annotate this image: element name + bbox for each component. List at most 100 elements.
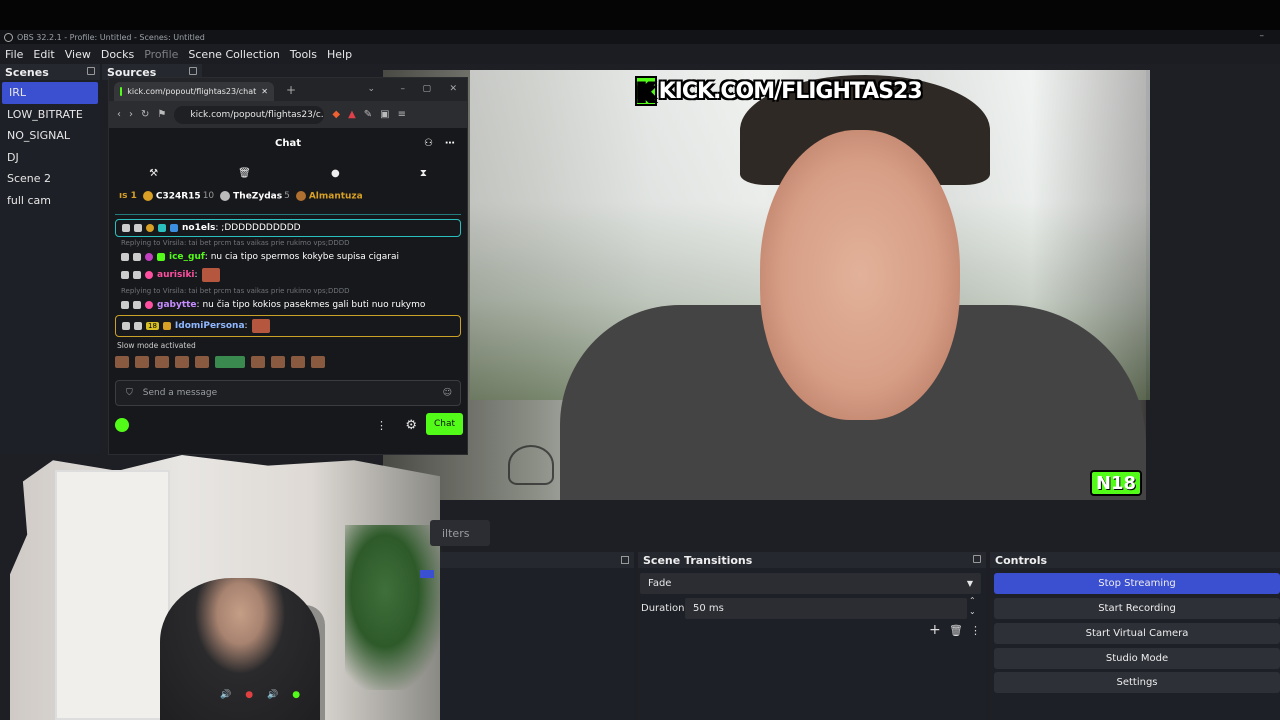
- studio-mode-button[interactable]: Studio Mode: [994, 648, 1280, 669]
- emote-icon[interactable]: [291, 356, 305, 368]
- float-dock-icon[interactable]: [189, 67, 197, 75]
- minimize-window-icon[interactable]: –: [401, 84, 406, 94]
- emote-icon[interactable]: [215, 356, 245, 368]
- bookmark-icon[interactable]: ⚑: [157, 109, 166, 120]
- emote-icon[interactable]: [271, 356, 285, 368]
- filters-tab[interactable]: ilters: [430, 520, 490, 546]
- mic-icon[interactable]: ●: [292, 690, 300, 700]
- timeout-hourglass-icon[interactable]: ⧗: [420, 168, 427, 179]
- chat-message[interactable]: gabytte: nu čia tipo kokios pasekmes gal…: [115, 297, 461, 313]
- extensions-icon[interactable]: ✎: [364, 109, 372, 120]
- chat-bubble-icon[interactable]: ●: [331, 168, 340, 179]
- scene-item-irl[interactable]: IRL: [2, 82, 98, 104]
- emote-icon[interactable]: [155, 356, 169, 368]
- back-icon[interactable]: ‹: [117, 109, 121, 120]
- emote-icon[interactable]: [195, 356, 209, 368]
- kick-favicon-icon: [120, 87, 123, 96]
- emote-icon[interactable]: [135, 356, 149, 368]
- delete-icon[interactable]: [122, 322, 130, 330]
- menu-view[interactable]: View: [60, 48, 96, 61]
- chat-username[interactable]: IdomiPersona: [175, 321, 245, 331]
- chat-message[interactable]: no1els: ;DDDDDDDDDDD: [115, 219, 461, 237]
- timeout-icon[interactable]: [133, 253, 141, 261]
- chat-username[interactable]: no1els: [182, 223, 215, 233]
- brave-shield-icon[interactable]: ◆: [332, 109, 340, 120]
- float-dock-icon[interactable]: [87, 67, 95, 75]
- chat-message[interactable]: ice_guf: nu cia tipo spermos kokybe supi…: [115, 249, 461, 265]
- send-message-input[interactable]: ⛉ Send a message ☺: [115, 380, 461, 406]
- chat-message[interactable]: aurisiki:: [115, 265, 461, 285]
- menu-icon[interactable]: ≡: [398, 109, 406, 120]
- delete-icon[interactable]: [122, 224, 130, 232]
- rewards-icon[interactable]: ▲: [348, 109, 356, 120]
- emote-icon[interactable]: [175, 356, 189, 368]
- float-dock-icon[interactable]: [973, 555, 981, 563]
- transition-options-icon[interactable]: ⋮: [970, 624, 981, 637]
- scene-item-full-cam[interactable]: full cam: [0, 190, 100, 212]
- settings-gear-icon[interactable]: ⚙: [405, 418, 417, 433]
- emote-icon[interactable]: [115, 356, 129, 368]
- timeout-icon[interactable]: [134, 224, 142, 232]
- add-transition-icon[interactable]: +: [929, 622, 941, 638]
- transition-select[interactable]: Fade ▼: [640, 573, 981, 594]
- chat-username[interactable]: aurisiki: [157, 270, 195, 280]
- speaker-icon[interactable]: 🔊: [267, 690, 278, 700]
- ban-hammer-icon[interactable]: ⚒: [149, 168, 158, 179]
- user-settings-icon[interactable]: ⚇: [424, 138, 433, 149]
- close-tab-icon[interactable]: ✕: [261, 87, 268, 96]
- float-dock-icon[interactable]: [621, 556, 629, 564]
- speaker-icon[interactable]: 🔊: [220, 690, 231, 700]
- maximize-window-icon[interactable]: ▢: [422, 84, 431, 94]
- stepper-up-icon[interactable]: ⌃: [969, 596, 976, 605]
- start-recording-button[interactable]: Start Recording: [994, 598, 1280, 619]
- scene-item-no-signal[interactable]: NO_SIGNAL: [0, 125, 100, 147]
- emote-icon[interactable]: [311, 356, 325, 368]
- leader-1[interactable]: C324R15 10: [142, 190, 214, 201]
- delete-icon[interactable]: [121, 253, 129, 261]
- leader-2[interactable]: TheZydas 5: [220, 190, 290, 201]
- crown-badge-icon: [162, 322, 171, 330]
- more-options-icon[interactable]: ⋯: [445, 138, 455, 149]
- chat-username[interactable]: ice_guf: [169, 252, 205, 262]
- duration-input[interactable]: 50 ms: [685, 598, 967, 619]
- forward-icon[interactable]: ›: [129, 109, 133, 120]
- menu-profile[interactable]: Profile: [139, 48, 183, 61]
- tab-dropdown-icon[interactable]: ⌄: [367, 84, 375, 94]
- start-virtual-camera-button[interactable]: Start Virtual Camera: [994, 623, 1280, 644]
- new-tab-icon[interactable]: +: [286, 83, 296, 97]
- scene-item-dj[interactable]: DJ: [0, 147, 100, 169]
- more-vertical-icon[interactable]: ⋮: [376, 419, 387, 432]
- menu-tools[interactable]: Tools: [285, 48, 322, 61]
- sidebar-icon[interactable]: ▣: [380, 109, 389, 120]
- speaker-icon[interactable]: ●: [245, 690, 253, 700]
- browser-tab[interactable]: kick.com/popout/flightas23/chat ✕: [114, 82, 274, 101]
- remove-transition-icon[interactable]: 🗑: [949, 624, 963, 637]
- menu-edit[interactable]: Edit: [28, 48, 59, 61]
- close-window-icon[interactable]: ✕: [449, 84, 457, 94]
- emote-icon[interactable]: [251, 356, 265, 368]
- delete-icon[interactable]: [121, 301, 129, 309]
- reload-icon[interactable]: ↻: [141, 109, 149, 120]
- timeout-icon[interactable]: [133, 271, 141, 279]
- leader-3[interactable]: Almantuza: [295, 190, 363, 201]
- scene-item-low-bitrate[interactable]: LOW_BITRATE: [0, 104, 100, 126]
- chat-message[interactable]: 18 IdomiPersona:: [115, 315, 461, 337]
- timeout-icon[interactable]: [134, 322, 142, 330]
- stop-streaming-button[interactable]: Stop Streaming: [994, 573, 1280, 594]
- scene-item-scene-2[interactable]: Scene 2: [0, 168, 100, 190]
- menu-help[interactable]: Help: [322, 48, 357, 61]
- url-field[interactable]: kick.com/popout/flightas23/c...: [174, 105, 325, 124]
- menu-file[interactable]: File: [0, 48, 28, 61]
- delete-icon[interactable]: [121, 271, 129, 279]
- minimize-icon[interactable]: –: [1260, 31, 1265, 41]
- stepper-down-icon[interactable]: ⌄: [969, 607, 976, 616]
- menu-scene-collection[interactable]: Scene Collection: [183, 48, 284, 61]
- settings-button[interactable]: Settings: [994, 672, 1280, 693]
- menu-docks[interactable]: Docks: [96, 48, 139, 61]
- delete-icon[interactable]: 🗑: [238, 168, 251, 179]
- timeout-icon[interactable]: [133, 301, 141, 309]
- emoji-icon[interactable]: ☺: [443, 388, 452, 398]
- send-chat-button[interactable]: Chat: [426, 413, 463, 435]
- chat-username[interactable]: gabytte: [157, 300, 197, 310]
- kick-logo-icon[interactable]: [115, 418, 129, 432]
